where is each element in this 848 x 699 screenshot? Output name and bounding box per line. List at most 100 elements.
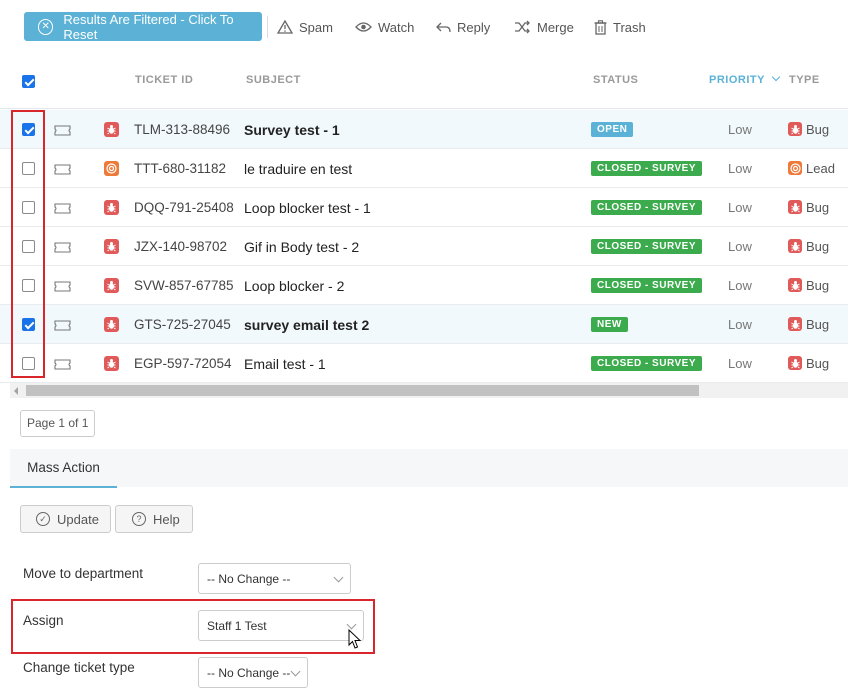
table-row[interactable]: TTT-680-31182 le traduire en test CLOSED -… [0, 149, 848, 188]
ticket-subject[interactable]: le traduire en test [244, 161, 352, 177]
type-value: Bug [806, 356, 830, 371]
bug-type-icon [788, 239, 802, 253]
type-value: Bug [806, 239, 830, 254]
table-row[interactable]: SVW-857-67785 Loop blocker - 2 CLOSED - SU… [0, 266, 848, 305]
ticket-icon [54, 358, 71, 373]
pagination[interactable]: Page 1 of 1 [20, 410, 96, 437]
horizontal-scrollbar[interactable] [10, 383, 848, 398]
scrollbar-thumb[interactable] [26, 385, 699, 396]
ticket-type-select-value: -- No Change -- [207, 666, 291, 680]
help-circle-icon: ? [132, 512, 146, 526]
select-all-checkbox[interactable] [22, 75, 35, 88]
toolbar-divider [267, 16, 268, 38]
ticket-subject[interactable]: Email test - 1 [244, 356, 326, 372]
trash-label: Trash [613, 19, 646, 35]
ticket-subject[interactable]: Survey test - 1 [244, 122, 340, 138]
table-row[interactable]: JZX-140-98702 Gif in Body test - 2 CLOSED … [0, 227, 848, 266]
priority-value: Low [728, 317, 752, 332]
ticket-icon [54, 124, 71, 139]
bug-icon [104, 317, 119, 332]
bug-type-icon [788, 278, 802, 292]
priority-value: Low [728, 161, 752, 176]
ticket-icon [54, 319, 71, 334]
bug-icon [104, 200, 119, 215]
watch-button[interactable]: Watch [355, 18, 414, 36]
reply-button[interactable]: Reply [435, 18, 490, 36]
department-select-value: -- No Change -- [207, 572, 291, 586]
ticket-subject[interactable]: Loop blocker - 2 [244, 278, 344, 294]
spam-button[interactable]: Spam [277, 18, 333, 36]
ticket-subject[interactable]: Loop blocker test - 1 [244, 200, 371, 216]
header-ticket-id[interactable]: TICKET ID [135, 74, 193, 86]
department-label: Move to department [23, 566, 144, 581]
priority-value: Low [728, 122, 752, 137]
help-label: Help [153, 511, 180, 527]
bug-icon [104, 239, 119, 254]
header-priority[interactable]: PRIORITY [709, 72, 781, 86]
bug-type-icon [788, 356, 802, 370]
priority-value: Low [728, 200, 752, 215]
ticket-id[interactable]: EGP-597-72054 [134, 356, 232, 371]
priority-value: Low [728, 278, 752, 293]
scroll-left-arrow-icon[interactable] [14, 387, 18, 395]
ticket-id[interactable]: TLM-313-88496 [134, 122, 230, 137]
priority-value: Low [728, 356, 752, 371]
assign-field-highlight [11, 599, 375, 654]
mouse-cursor-icon [348, 629, 362, 649]
bug-icon [104, 278, 119, 293]
chevron-down-icon [290, 666, 301, 677]
chevron-down-icon [333, 572, 344, 583]
lead-icon [104, 161, 119, 176]
status-badge: OPEN [591, 122, 634, 137]
status-badge: CLOSED - SURVEY [591, 356, 702, 371]
mass-action-tabbar [10, 449, 848, 487]
table-row[interactable]: DQQ-791-25408 Loop blocker test - 1 CLOSED… [0, 188, 848, 227]
header-subject[interactable]: SUBJECT [246, 74, 301, 86]
close-circle-icon: ✕ [38, 18, 54, 35]
check-circle-icon: ✓ [36, 512, 50, 526]
bug-type-icon [788, 317, 802, 331]
tab-mass-action[interactable]: Mass Action [10, 449, 117, 488]
ticket-id[interactable]: SVW-857-67785 [134, 278, 234, 293]
watch-label: Watch [378, 19, 415, 35]
table-header: TICKET ID SUBJECT STATUS PRIORITY TYPE [0, 55, 848, 109]
table-row[interactable]: GTS-725-27045 survey email test 2 NEW Low Bu… [0, 305, 848, 344]
header-status[interactable]: STATUS [593, 74, 638, 86]
merge-button[interactable]: Merge [514, 18, 574, 36]
trash-button[interactable]: Trash [594, 18, 646, 36]
ticket-id[interactable]: TTT-680-31182 [134, 161, 226, 176]
sort-chevron-down-icon [772, 72, 781, 82]
header-type[interactable]: TYPE [789, 74, 820, 86]
status-badge: CLOSED - SURVEY [591, 161, 702, 176]
type-value: Bug [806, 122, 830, 137]
reply-label: Reply [457, 19, 491, 35]
reset-filter-label: Results Are Filtered - Click To Reset [63, 11, 234, 42]
ticket-subject[interactable]: Gif in Body test - 2 [244, 239, 359, 255]
department-select[interactable]: -- No Change -- [198, 563, 351, 594]
ticket-id[interactable]: JZX-140-98702 [134, 239, 227, 254]
ticket-id[interactable]: GTS-725-27045 [134, 317, 231, 332]
bug-type-icon [788, 122, 802, 136]
spam-label: Spam [299, 19, 333, 35]
table-row[interactable]: TLM-313-88496 Survey test - 1 OPEN Low Bug [0, 110, 848, 149]
update-button[interactable]: ✓ Update [20, 505, 111, 533]
toolbar: ✕ Results Are Filtered - Click To Reset … [0, 0, 848, 55]
type-value: Bug [806, 317, 830, 332]
ticket-icon [54, 202, 71, 217]
type-value: Bug [806, 200, 830, 215]
reset-filter-button[interactable]: ✕ Results Are Filtered - Click To Reset [24, 11, 262, 42]
checkbox-column-highlight [11, 110, 45, 378]
ticket-type-select[interactable]: -- No Change -- [198, 657, 308, 688]
table-row[interactable]: EGP-597-72054 Email test - 1 CLOSED - SURV… [0, 344, 848, 383]
eye-icon [355, 22, 372, 32]
ticket-subject[interactable]: survey email test 2 [244, 317, 369, 333]
merge-label: Merge [537, 19, 574, 35]
ticket-icon [54, 280, 71, 295]
bug-type-icon [788, 200, 802, 214]
help-button[interactable]: ? Help [115, 505, 193, 533]
status-badge: CLOSED - SURVEY [591, 200, 702, 215]
status-badge: CLOSED - SURVEY [591, 239, 702, 254]
priority-value: Low [728, 239, 752, 254]
trash-icon [594, 19, 607, 35]
ticket-id[interactable]: DQQ-791-25408 [134, 200, 234, 215]
